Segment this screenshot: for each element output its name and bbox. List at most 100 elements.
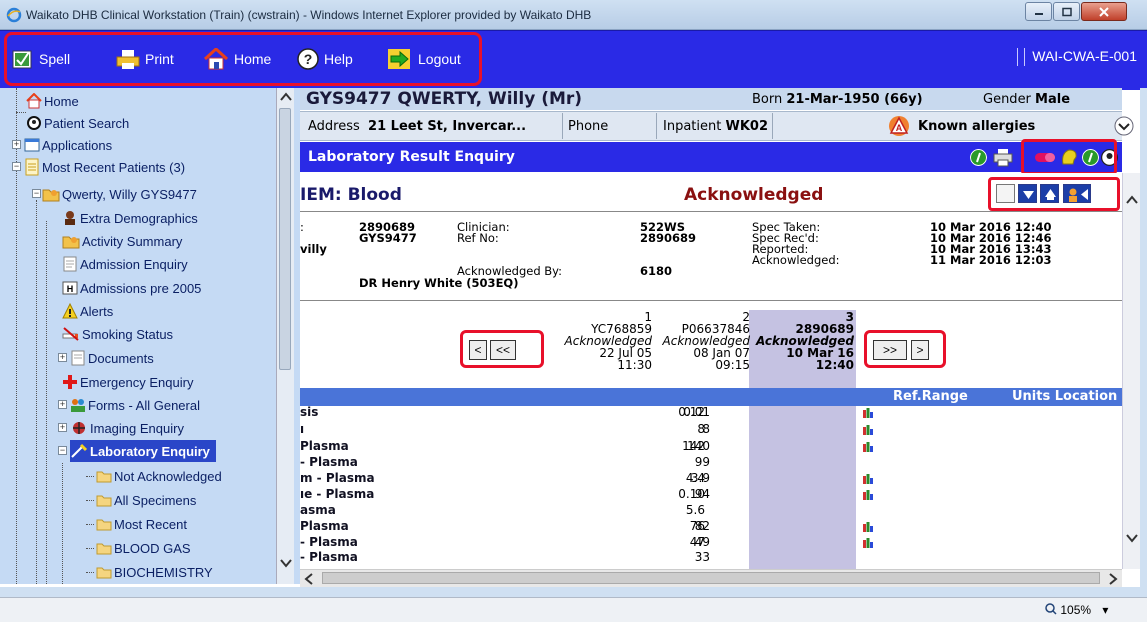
tree-item-patient[interactable]: Qwerty, Willy GYS9477 — [42, 183, 197, 205]
tree-scroll-thumb[interactable] — [279, 108, 291, 370]
test-name: - Plasma — [300, 455, 358, 469]
ref-range-header: Ref.Range — [893, 389, 968, 404]
table-row: sis 0.12 0.01 — [300, 405, 1122, 419]
tree-item-imaging-enquiry[interactable]: Imaging Enquiry — [70, 417, 184, 439]
maximize-button[interactable] — [1053, 2, 1080, 21]
column-3-time: 12:40 — [815, 358, 854, 372]
tree-item-biochemistry[interactable]: BIOCHEMISTRY — [86, 561, 213, 583]
close-button[interactable] — [1081, 2, 1127, 21]
tree-item-emergency-enquiry[interactable]: Emergency Enquiry — [62, 371, 193, 393]
documents-icon — [71, 350, 85, 366]
chevron-up-icon[interactable] — [1126, 195, 1138, 205]
window-frame — [1140, 88, 1147, 598]
inpatient-label: Inpatient — [663, 118, 722, 134]
born-field: Born 21-Mar-1950 (66y) — [752, 92, 923, 107]
inpatient-field: Inpatient WK02 — [663, 113, 768, 139]
column-1-header[interactable]: 1 YC768859 Acknowledged 22 Jul 05 11:30 — [542, 311, 652, 371]
forms-icon — [71, 399, 85, 412]
result-nav-highlight — [988, 177, 1120, 211]
chevron-down-icon[interactable] — [1126, 533, 1138, 543]
horizontal-scroll-thumb[interactable] — [322, 572, 1100, 584]
tree-item-blood-gas[interactable]: BLOOD GAS — [86, 537, 191, 559]
tree-item-forms[interactable]: Forms - All General — [70, 394, 200, 416]
trend-chart-icon[interactable] — [862, 424, 874, 435]
trend-chart-icon[interactable] — [862, 441, 874, 452]
collapse-patient[interactable]: − — [32, 189, 41, 198]
tree-item-smoking-status[interactable]: Smoking Status — [62, 323, 173, 345]
born-value: 21-Mar-1950 (66y) — [786, 92, 923, 107]
tree-item-alerts[interactable]: Alerts — [62, 300, 113, 322]
minimize-button[interactable] — [1025, 2, 1052, 21]
test-name: asma — [300, 503, 336, 517]
address-field: Address 21 Leet St, Invercar... — [308, 113, 526, 139]
trend-chart-icon[interactable] — [862, 521, 874, 532]
workstation-id: WAI-CWA-E-001 — [1014, 48, 1137, 67]
chevron-up-icon[interactable] — [280, 92, 292, 102]
chevron-down-icon[interactable]: ▾ — [1102, 603, 1108, 617]
test-name: sis — [300, 405, 319, 419]
zoom-icon — [1045, 603, 1057, 615]
tree-item-most-recent[interactable]: Most Recent — [86, 513, 187, 535]
trend-chart-icon[interactable] — [862, 537, 874, 548]
folder-icon — [96, 567, 112, 579]
acknowledging-doctor: DR Henry White (503EQ) — [359, 276, 519, 290]
folder-icon — [96, 543, 112, 555]
tree-item-documents[interactable]: Documents — [70, 347, 154, 369]
gender-field: Gender Male — [983, 92, 1070, 107]
tree-item-applications[interactable]: Applications — [24, 134, 112, 156]
trend-chart-icon[interactable] — [862, 473, 874, 484]
acknowledged-status: Acknowledged — [684, 185, 824, 205]
lab-icon — [71, 443, 88, 458]
tree-item-extra-demographics[interactable]: Extra Demographics — [62, 207, 198, 229]
tree-item-activity-summary[interactable]: Activity Summary — [62, 230, 182, 252]
smoking-icon — [62, 327, 79, 341]
print-icon[interactable] — [993, 148, 1013, 167]
trend-chart-icon[interactable] — [862, 407, 874, 418]
tree-item-admission-enquiry[interactable]: Admission Enquiry — [62, 253, 188, 275]
collapse-recent-patients[interactable]: − — [12, 162, 21, 171]
tree-item-recent-patients[interactable]: Most Recent Patients (3) — [24, 156, 185, 178]
inpatient-value: WK02 — [725, 118, 768, 134]
activity-icon — [62, 236, 80, 249]
tree-item-patient-search[interactable]: Patient Search — [26, 112, 129, 134]
known-allergies-link[interactable]: Known allergies — [918, 113, 1035, 139]
separator — [300, 211, 1122, 212]
separator — [300, 300, 1122, 301]
chevron-down-icon[interactable] — [280, 558, 292, 568]
vertical-scrollbar[interactable] — [1122, 173, 1140, 569]
chevron-right-icon[interactable] — [1108, 573, 1118, 585]
tree-item-home[interactable]: Home — [16, 90, 79, 113]
table-row: ıe - Plasma 0.10 94 — [300, 488, 1122, 500]
specimen-title: IEM: Blood — [300, 185, 402, 205]
next-nav-highlight — [864, 330, 946, 368]
collapse-laboratory[interactable]: − — [58, 446, 67, 455]
column-1-time: 11:30 — [617, 358, 652, 372]
ie-icon — [6, 7, 22, 23]
expand-forms[interactable]: + — [58, 400, 67, 409]
zoom-level: 105% — [1060, 603, 1092, 617]
panel-icons-highlight — [1021, 139, 1117, 175]
column-2-header[interactable]: 2 P06637846 Acknowledged 08 Jan 07 09:15 — [640, 311, 750, 371]
tree-item-admissions-pre-2005[interactable]: H Admissions pre 2005 — [62, 277, 201, 299]
tree-item-laboratory-enquiry[interactable]: Laboratory Enquiry — [70, 440, 216, 462]
patients-icon — [25, 158, 39, 176]
tree-item-all-specimens[interactable]: All Specimens — [86, 489, 196, 511]
column-3-header[interactable]: 3 2890689 Acknowledged 10 Mar 16 12:40 — [744, 311, 854, 371]
trend-chart-icon[interactable] — [862, 489, 874, 500]
expand-applications[interactable]: + — [12, 140, 21, 149]
alert-icon — [62, 303, 78, 319]
value-col2: 49 — [694, 535, 710, 549]
expand-documents[interactable]: + — [58, 353, 67, 362]
zoom-control[interactable]: 105% ▾ — [1045, 603, 1108, 617]
expand-banner-icon[interactable] — [1114, 116, 1134, 136]
column-2-time: 09:15 — [715, 358, 750, 372]
chevron-left-icon[interactable] — [304, 573, 314, 585]
info-icon[interactable] — [970, 149, 987, 166]
divider — [562, 113, 563, 139]
tree-item-not-acknowledged[interactable]: Not Acknowledged — [86, 465, 222, 487]
divider — [656, 113, 657, 139]
expand-imaging[interactable]: + — [58, 423, 67, 432]
detail-colon: : — [300, 220, 304, 234]
window-title: Waikato DHB Clinical Workstation (Train)… — [26, 8, 592, 22]
refno-label: Ref No: — [457, 231, 499, 245]
